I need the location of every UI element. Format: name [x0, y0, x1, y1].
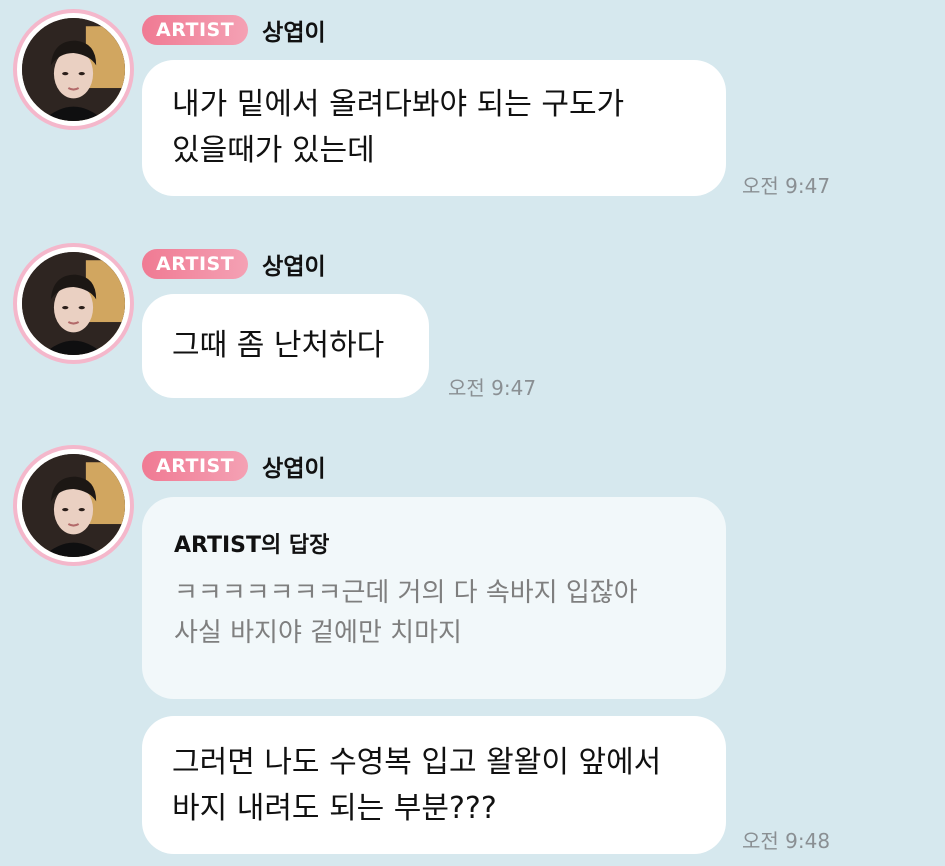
message-timestamp: 오전 9:47 [742, 174, 831, 198]
sender-name[interactable]: 상엽이 [262, 13, 325, 47]
artist-badge: ARTIST [142, 249, 249, 279]
message-bubble[interactable]: 그러면 나도 수영복 입고 왈왈이 앞에서 바지 내려도 되는 부분??? [142, 716, 726, 854]
reply-quote-text: ㅋㅋㅋㅋㅋㅋㅋ근데 거의 다 속바지 입잖아 사실 바지야 겉에만 치마지 [174, 573, 694, 653]
message-bubble[interactable]: 내가 밑에서 올려다봐야 되는 구도가 있을때가 있는데 [142, 60, 726, 196]
avatar[interactable] [13, 445, 134, 566]
artist-profile-photo-icon [22, 454, 125, 557]
message-text-line: 있을때가 있는데 [172, 133, 375, 168]
sender-row: ARTIST 상엽이 [142, 247, 326, 281]
reply-quote-line: 사실 바지야 겉에만 치마지 [174, 618, 462, 648]
message-text-line: 그러면 나도 수영복 입고 왈왈이 앞에서 [172, 745, 662, 780]
artist-profile-photo-icon [22, 18, 125, 121]
message-bubble[interactable]: 그때 좀 난처하다 [142, 294, 429, 398]
artist-badge: ARTIST [142, 451, 249, 481]
reply-quote-bubble[interactable]: ARTIST의 답장 ㅋㅋㅋㅋㅋㅋㅋ근데 거의 다 속바지 입잖아 사실 바지야… [142, 497, 726, 699]
message-text-line: 바지 내려도 되는 부분??? [172, 791, 497, 826]
sender-row: ARTIST 상엽이 [142, 13, 326, 47]
sender-name[interactable]: 상엽이 [262, 449, 325, 483]
message-text-line: 그때 좀 난처하다 [172, 328, 385, 363]
artist-profile-photo-icon [22, 252, 125, 355]
reply-quote-title: ARTIST의 답장 [174, 533, 330, 558]
reply-quote-line: ㅋㅋㅋㅋㅋㅋㅋ근데 거의 다 속바지 입잖아 [174, 578, 638, 608]
sender-row: ARTIST 상엽이 [142, 449, 326, 483]
message-text-line: 내가 밑에서 올려다봐야 되는 구도가 [172, 87, 625, 122]
sender-name[interactable]: 상엽이 [262, 247, 325, 281]
artist-badge: ARTIST [142, 15, 249, 45]
message-timestamp: 오전 9:48 [742, 829, 831, 853]
avatar[interactable] [13, 9, 134, 130]
avatar[interactable] [13, 243, 134, 364]
chat-screen: ARTIST 상엽이 내가 밑에서 올려다봐야 되는 구도가 있을때가 있는데 … [0, 0, 945, 866]
message-timestamp: 오전 9:47 [448, 376, 537, 400]
